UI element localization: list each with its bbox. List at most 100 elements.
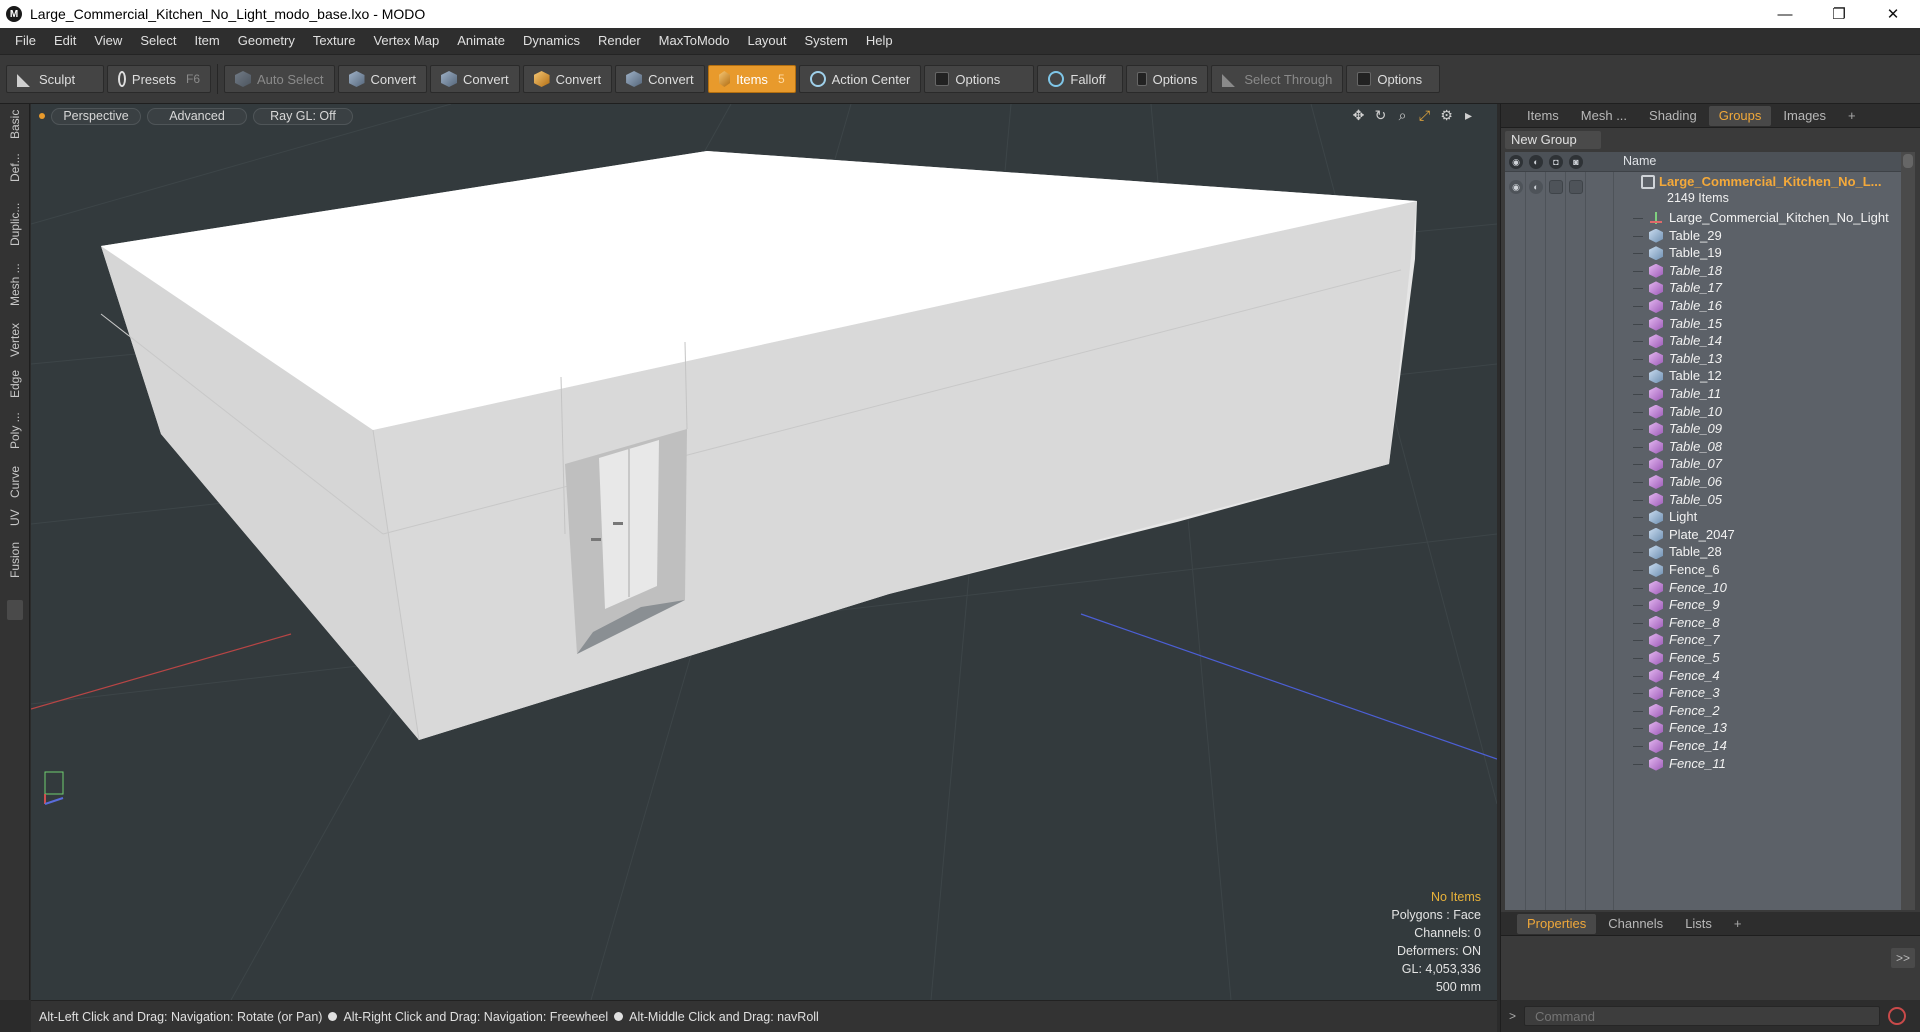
group-visibility-icon[interactable]: ◉ (1509, 180, 1523, 194)
tree-item-row[interactable]: Fence_11 (1505, 754, 1901, 776)
viewport-scene[interactable] (31, 104, 1497, 1000)
tab-duplicate[interactable]: Duplic... (4, 194, 26, 254)
lock-icon[interactable]: ◘ (1549, 155, 1563, 169)
mesh-icon (1649, 263, 1663, 278)
menu-maxtomodo[interactable]: MaxToModo (650, 28, 739, 54)
tree-connector (1633, 341, 1643, 343)
command-input[interactable] (1524, 1006, 1881, 1026)
tab-curve[interactable]: Curve (4, 462, 26, 502)
auto-select-button[interactable]: Auto Select (224, 65, 335, 93)
crosshair-icon (809, 71, 826, 87)
tab-vertex[interactable]: Vertex (4, 318, 26, 362)
items-mode-button[interactable]: Items 5 (707, 65, 796, 93)
group-row[interactable]: ◉ ◐ Large_Commercial_Kitchen_No_L... 214… (1505, 172, 1901, 208)
tab-extra-button[interactable] (7, 600, 23, 620)
mesh-icon (1649, 404, 1663, 419)
toolbar: Sculpt Presets F6 Auto Select Convert Con… (0, 54, 1920, 104)
tree-item-label: Large_Commercial_Kitchen_No_Light (1669, 210, 1889, 225)
fit-icon[interactable]: ⤢ (1416, 107, 1433, 124)
menu-file[interactable]: File (6, 28, 45, 54)
mesh-icon (1649, 387, 1663, 401)
restore-button[interactable]: ❐ (1812, 0, 1866, 28)
group-render-icon[interactable]: ◐ (1529, 180, 1543, 194)
tab-items[interactable]: Items (1517, 106, 1569, 126)
menu-dynamics[interactable]: Dynamics (514, 28, 589, 54)
tab-channels[interactable]: Channels (1598, 914, 1673, 934)
minimize-button[interactable]: — (1758, 0, 1812, 28)
menu-system[interactable]: System (796, 28, 857, 54)
mesh-icon (1649, 563, 1663, 577)
menu-item[interactable]: Item (185, 28, 228, 54)
tab-images[interactable]: Images (1773, 106, 1836, 126)
record-macro-icon[interactable] (1888, 1007, 1907, 1025)
expand-properties-button[interactable]: >> (1891, 948, 1915, 968)
tree-connector (1633, 587, 1643, 589)
menu-select[interactable]: Select (131, 28, 185, 54)
menu-animate[interactable]: Animate (448, 28, 514, 54)
menu-geometry[interactable]: Geometry (229, 28, 304, 54)
restore-icon: ❐ (1832, 6, 1846, 23)
tab-deform[interactable]: Def... (4, 148, 26, 188)
tree-connector (1633, 710, 1643, 712)
render-icon[interactable]: ◐ (1529, 155, 1543, 169)
falloff-button[interactable]: Falloff (1037, 65, 1124, 93)
tab-lists[interactable]: Lists (1675, 914, 1722, 934)
select-through-button[interactable]: Select Through (1211, 65, 1344, 93)
tab-polygon[interactable]: Poly ... (4, 406, 26, 456)
expand-arrow-icon[interactable]: ▸ (1460, 107, 1477, 124)
tab-mesh[interactable]: Mesh ... (4, 258, 26, 312)
convert-button-2[interactable]: Convert (430, 65, 520, 93)
raygl-button[interactable]: Ray GL: Off (253, 107, 353, 125)
action-center-options-button[interactable]: Options (924, 65, 1035, 93)
falloff-options-button[interactable]: Options (1126, 65, 1209, 93)
tree-item-label: Fence_3 (1669, 685, 1720, 701)
zoom-icon[interactable]: ⌕ (1394, 107, 1411, 124)
menu-texture[interactable]: Texture (304, 28, 365, 54)
group-lock-toggle[interactable] (1549, 180, 1563, 194)
convert-button-3[interactable]: Convert (522, 65, 613, 93)
pan-icon[interactable]: ✥ (1350, 107, 1367, 124)
visibility-eye-icon[interactable]: ◉ (1509, 155, 1523, 169)
tab-fusion[interactable]: Fusion (4, 536, 26, 584)
menu-edit[interactable]: Edit (45, 28, 85, 54)
mesh-icon (1649, 580, 1663, 595)
menu-help[interactable]: Help (857, 28, 902, 54)
tree-scrollbar[interactable] (1901, 152, 1915, 910)
action-center-button[interactable]: Action Center (798, 65, 922, 93)
new-group-button[interactable]: New Group (1505, 131, 1601, 149)
tab-uv[interactable]: UV (4, 506, 26, 530)
3d-viewport[interactable]: Perspective Advanced Ray GL: Off ✥ ↻ ⌕ ⤢… (31, 104, 1497, 1000)
tree-connector (1633, 394, 1643, 395)
tab-basic[interactable]: Basic (4, 106, 26, 142)
tab-properties[interactable]: Properties (1517, 913, 1597, 934)
select-icon[interactable]: ◙ (1569, 155, 1583, 169)
tab-edge[interactable]: Edge (4, 366, 26, 402)
sculpt-button[interactable]: Sculpt (6, 65, 104, 93)
gear-icon[interactable]: ⚙ (1438, 107, 1455, 124)
menu-render[interactable]: Render (589, 28, 650, 54)
name-column-header[interactable]: Name (1623, 154, 1656, 168)
tree-connector (1633, 605, 1643, 607)
tab-mesh[interactable]: Mesh ... (1571, 106, 1637, 126)
checkbox-icon (1357, 72, 1372, 86)
shading-mode-button[interactable]: Advanced (147, 107, 247, 125)
tab-shading[interactable]: Shading (1639, 106, 1707, 126)
convert-button-1[interactable]: Convert (337, 65, 428, 93)
mesh-icon (1649, 703, 1663, 718)
menu-bar: File Edit View Select Item Geometry Text… (0, 28, 1920, 54)
menu-layout[interactable]: Layout (738, 28, 795, 54)
menu-view[interactable]: View (85, 28, 131, 54)
tree-item-label: Table_29 (1669, 227, 1722, 243)
convert-button-4[interactable]: Convert (615, 65, 705, 93)
select-options-button[interactable]: Options (1346, 65, 1441, 93)
view-mode-button[interactable]: Perspective (51, 107, 141, 125)
add-tab-icon[interactable]: + (1838, 106, 1866, 126)
tab-groups[interactable]: Groups (1708, 105, 1772, 126)
add-bottom-tab-icon[interactable]: + (1724, 914, 1752, 934)
rotate-icon[interactable]: ↻ (1372, 107, 1389, 124)
presets-button[interactable]: Presets F6 (107, 65, 211, 93)
menu-vertex-map[interactable]: Vertex Map (364, 28, 448, 54)
group-select-toggle[interactable] (1569, 180, 1583, 194)
scrollbar-thumb[interactable] (1903, 154, 1913, 168)
close-button[interactable]: ✕ (1866, 0, 1920, 28)
